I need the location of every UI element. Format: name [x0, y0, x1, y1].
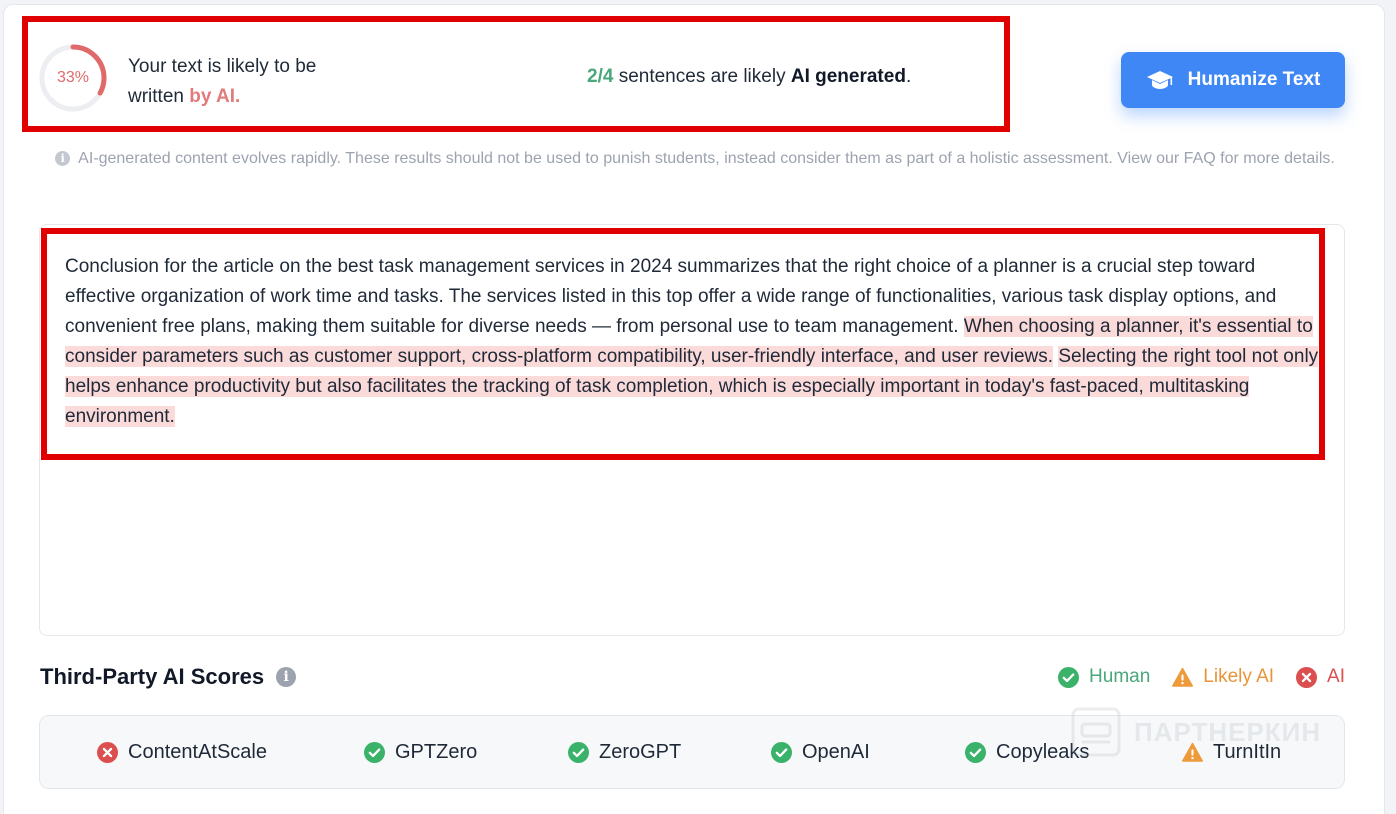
analyzed-text: Conclusion for the article on the best t…: [65, 252, 1319, 432]
check-circle-icon: [568, 742, 589, 763]
detector-name: ZeroGPT: [599, 741, 682, 763]
legend-likely-ai-label: Likely AI: [1203, 666, 1275, 687]
sentence-stat: 2/4 sentences are likely AI generated.: [587, 66, 911, 88]
detector-zerogpt: ZeroGPT: [568, 741, 681, 764]
info-icon[interactable]: i: [276, 667, 297, 687]
detector-openai: OpenAI: [771, 741, 870, 764]
x-circle-icon: [1296, 666, 1318, 688]
score-legend: Human Likely AI AI: [1058, 666, 1345, 688]
ai-score-value: 33%: [56, 69, 90, 86]
third-party-title-text: Third-Party AI Scores: [40, 664, 265, 689]
verdict-ai-label: by AI.: [189, 86, 241, 107]
detector-gptzero: GPTZero: [364, 741, 477, 764]
sentence-bold: AI generated: [790, 66, 906, 87]
legend-likely-ai: Likely AI: [1172, 666, 1274, 688]
watermark: ПАРТНЕРКИН: [1070, 704, 1350, 760]
verdict-line-1: Your text is likely to be: [128, 56, 317, 77]
legend-ai: AI: [1296, 666, 1345, 688]
detector-name: OpenAI: [802, 741, 870, 763]
disclaimer-note: i AI-generated content evolves rapidly. T…: [40, 146, 1350, 171]
check-circle-icon: [965, 742, 986, 763]
sentence-count: 2/4: [587, 66, 614, 87]
sentence-text: sentences are likely: [613, 66, 791, 87]
check-circle-icon: [771, 742, 792, 763]
x-circle-icon: [97, 742, 118, 763]
detector-name: ContentAtScale: [128, 741, 267, 763]
watermark-logo-icon: [1071, 707, 1121, 757]
check-circle-icon: [364, 742, 385, 763]
check-circle-icon: [1058, 666, 1080, 688]
verdict-line-2: written: [128, 86, 184, 107]
graduation-cap-icon: [1146, 71, 1173, 89]
info-icon: i: [55, 151, 71, 166]
ai-score-ring: 33%: [38, 43, 108, 113]
humanize-text-button[interactable]: Humanize Text: [1121, 52, 1345, 108]
watermark-text: ПАРТНЕРКИН: [1134, 716, 1322, 747]
legend-ai-label: AI: [1327, 666, 1345, 687]
legend-human: Human: [1058, 666, 1150, 688]
detector-name: GPTZero: [395, 741, 478, 763]
warning-triangle-icon: [1172, 667, 1194, 687]
humanize-button-label: Humanize Text: [1187, 69, 1321, 90]
legend-human-label: Human: [1089, 666, 1151, 687]
third-party-title: Third-Party AI Scores i: [40, 664, 297, 690]
detector-contentatscale: ContentAtScale: [97, 741, 267, 764]
sentence-end: .: [905, 66, 912, 87]
disclaimer-text: AI-generated content evolves rapidly. Th…: [78, 150, 1335, 167]
verdict-text: Your text is likely to be written by AI.: [128, 52, 388, 112]
